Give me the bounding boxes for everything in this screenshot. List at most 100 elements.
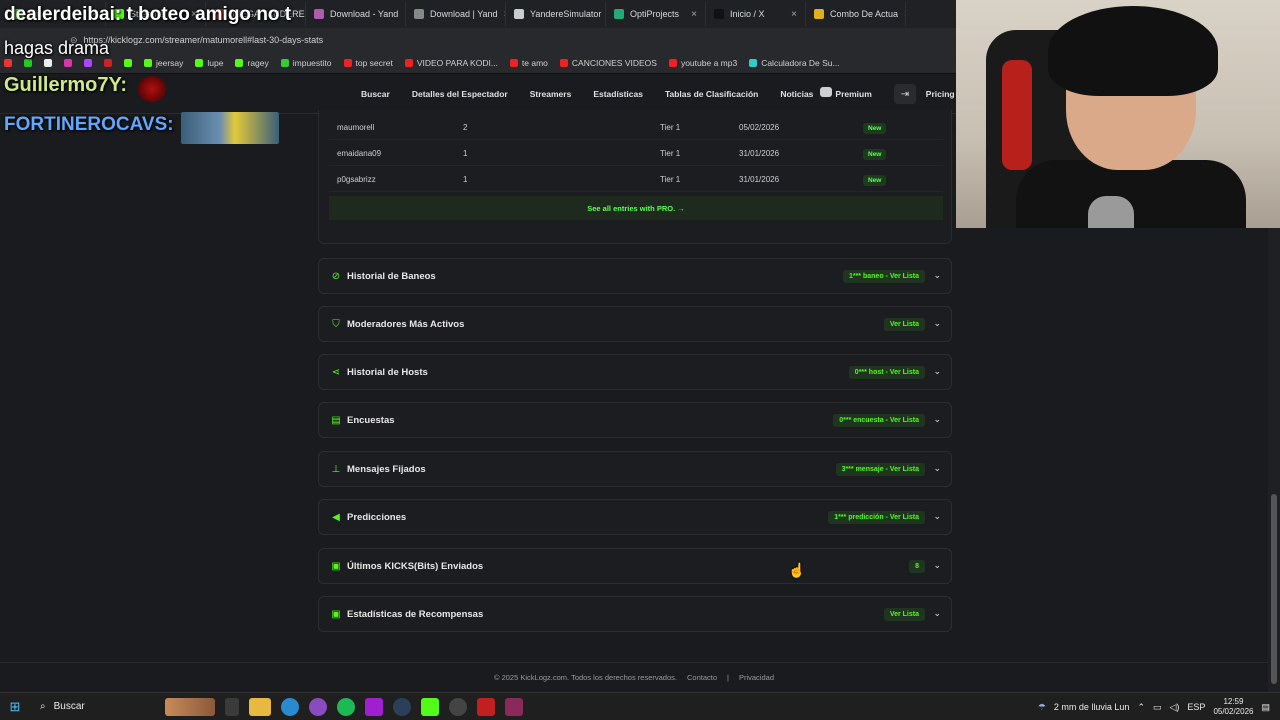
nav-link[interactable]: Buscar [361, 89, 390, 99]
section-count-pill[interactable]: 8 [909, 560, 925, 573]
spotify-icon[interactable] [337, 697, 355, 716]
bookmark-item[interactable] [104, 58, 112, 67]
kick-app-icon[interactable] [421, 697, 439, 716]
accordion-section[interactable]: ⊘ Historial de Baneos 1*** baneo - Ver Lis… [318, 258, 952, 294]
chrome-icon[interactable] [309, 697, 327, 716]
nav-link[interactable]: Streamers [530, 89, 572, 99]
section-title: Mensajes Fijados [347, 463, 426, 475]
accordion-section[interactable]: ⊥ Mensajes Fijados 3*** mensaje - Ver List… [318, 451, 952, 487]
table-row: emaidana09 1 Tier 1 31/01/2026 New [329, 140, 943, 166]
weather-icon: ☂ [1037, 701, 1046, 712]
section-count-pill[interactable]: 1*** predicción - Ver Lista [828, 511, 925, 524]
chevron-down-icon[interactable]: ⌄ [933, 366, 941, 377]
bookmark-item[interactable]: youtube a mp3 [668, 58, 737, 68]
accordion-section[interactable]: ▣ Estadísticas de Recompensas Ver Lista ⌄ [318, 596, 952, 632]
section-count-pill[interactable]: 0*** host - Ver Lista [848, 366, 925, 379]
chevron-down-icon[interactable]: ⌄ [933, 511, 941, 522]
close-tab-icon[interactable]: × [904, 9, 905, 20]
section-count-pill[interactable]: Ver Lista [883, 318, 925, 331]
section-title: Moderadores Más Activos [347, 318, 465, 330]
section-count-pill[interactable]: Ver Lista [883, 608, 925, 621]
taskbar-widget[interactable] [165, 697, 215, 716]
accordion-section[interactable]: ◀ Predicciones 1*** predicción - Ver Lista… [318, 499, 952, 535]
file-explorer-icon[interactable] [249, 697, 271, 716]
url-text[interactable]: https://kicklogz.com/streamer/matumorell… [84, 35, 324, 45]
nav-link[interactable]: Estadísticas [593, 89, 643, 99]
nav-pricing-label: Pricing [925, 89, 955, 99]
bookmark-item[interactable]: ragey [235, 58, 269, 68]
subscribers-table: See all entries with PRO. → maumorell 2 Ti… [318, 110, 952, 244]
bookmark-favicon-icon [404, 58, 413, 67]
windows-taskbar: ⊞ ⌕ Buscar ☂ 2 mm de lluvia Lun ⌃ ▭ ◁) E… [0, 692, 1280, 720]
taskbar-clock[interactable]: 12:59 05/02/2026 [1213, 697, 1253, 717]
bookmark-item[interactable] [4, 58, 12, 67]
language-indicator[interactable]: ESP [1187, 702, 1205, 712]
browser-tab[interactable]: Combo De Actua × [806, 2, 906, 26]
task-view-icon[interactable] [225, 697, 239, 716]
browser-tab[interactable]: Download | Yand× [406, 2, 506, 26]
bookmark-item[interactable]: impuestito [280, 58, 332, 68]
system-tray: ☂ 2 mm de lluvia Lun ⌃ ▭ ◁) ESP 12:59 05… [1038, 693, 1280, 720]
tray-expand-icon[interactable]: ⌃ [1137, 702, 1145, 713]
browser-tab[interactable]: Inicio / X × [706, 2, 806, 26]
scrollbar-thumb[interactable] [1271, 494, 1277, 684]
tab-label: Download - Yand [330, 9, 399, 19]
section-count-pill[interactable]: 1*** baneo - Ver Lista [842, 270, 925, 283]
weather-text[interactable]: 2 mm de lluvia Lun [1054, 702, 1130, 712]
accordion-section[interactable]: ⋖ Historial de Hosts 0*** host - Ver Lista… [318, 354, 952, 390]
edge-icon[interactable] [281, 697, 299, 716]
network-icon[interactable]: ▭ [1153, 702, 1162, 713]
section-count-pill[interactable]: 0*** encuesta - Ver Lista [833, 414, 925, 427]
footer-contact-link[interactable]: Contacto [687, 673, 717, 682]
winrar-icon[interactable] [505, 697, 523, 716]
bookmark-item[interactable]: top secret [343, 58, 393, 68]
cell-tier: Tier 1 [660, 175, 681, 184]
bookmark-item[interactable]: VIDEO PARA KODI... [404, 58, 498, 68]
login-icon[interactable]: ⇥ [894, 84, 916, 104]
footer-privacy-link[interactable]: Privacidad [739, 673, 774, 682]
bookmark-item[interactable] [84, 58, 92, 67]
bookmark-item[interactable] [24, 58, 32, 67]
app-icon[interactable] [477, 697, 495, 716]
bookmark-item[interactable] [124, 58, 132, 67]
bookmark-item[interactable]: lupe [195, 58, 223, 68]
bookmark-item[interactable] [44, 58, 52, 67]
steam-icon[interactable] [393, 697, 411, 716]
browser-tab[interactable]: YandereSimulator× [506, 2, 606, 26]
windows-start-icon[interactable]: ⊞ [0, 699, 30, 715]
shield-icon: ⛉ [332, 318, 340, 330]
chevron-down-icon[interactable]: ⌄ [933, 414, 941, 425]
bookmark-item[interactable]: te amo [509, 58, 548, 68]
obs-icon[interactable] [449, 697, 467, 716]
chevron-down-icon[interactable]: ⌄ [933, 463, 941, 474]
nav-link[interactable]: Tablas de Clasificación [665, 89, 758, 99]
chevron-down-icon[interactable]: ⌄ [933, 608, 941, 619]
app-icon[interactable] [365, 697, 383, 716]
chevron-down-icon[interactable]: ⌄ [933, 318, 941, 329]
section-count-pill[interactable]: 3*** mensaje - Ver Lista [835, 463, 925, 476]
discord-icon[interactable] [820, 87, 832, 97]
browser-tab[interactable]: OptiProjects × [606, 2, 706, 26]
volume-icon[interactable]: ◁) [1170, 702, 1180, 713]
chevron-down-icon[interactable]: ⌄ [933, 560, 941, 571]
see-all-pro-link[interactable]: See all entries with PRO. → [329, 196, 943, 220]
notification-icon[interactable]: ▤ [1261, 702, 1270, 713]
bookmark-favicon-icon [104, 58, 112, 67]
accordion-section[interactable]: ▤ Encuestas 0*** encuesta - Ver Lista ⌄ [318, 402, 952, 438]
close-tab-icon[interactable]: × [791, 9, 797, 20]
section-title: Historial de Hosts [347, 366, 428, 378]
accordion-section[interactable]: ⛉ Moderadores Más Activos Ver Lista ⌄ [318, 306, 952, 342]
bookmark-item[interactable]: Calculadora De Su... [749, 58, 840, 68]
cell-date: 05/02/2026 [739, 123, 780, 132]
bookmark-item[interactable]: jeersay [144, 58, 183, 68]
nav-link[interactable]: Premium [835, 89, 871, 99]
taskbar-search[interactable]: ⌕ Buscar [30, 696, 160, 718]
bookmark-item[interactable]: CANCIONES VIDEOS [559, 58, 657, 68]
browser-tab[interactable]: Download - Yand× [306, 2, 406, 26]
close-tab-icon[interactable]: × [691, 9, 697, 20]
bookmark-item[interactable] [64, 58, 72, 67]
chevron-down-icon[interactable]: ⌄ [933, 270, 941, 281]
nav-link[interactable]: Detalles del Espectador [412, 89, 508, 99]
accordion-section[interactable]: ▣ Últimos KICKS(Bits) Enviados 8 ⌄ [318, 548, 952, 584]
nav-link[interactable]: Noticias [780, 89, 813, 99]
